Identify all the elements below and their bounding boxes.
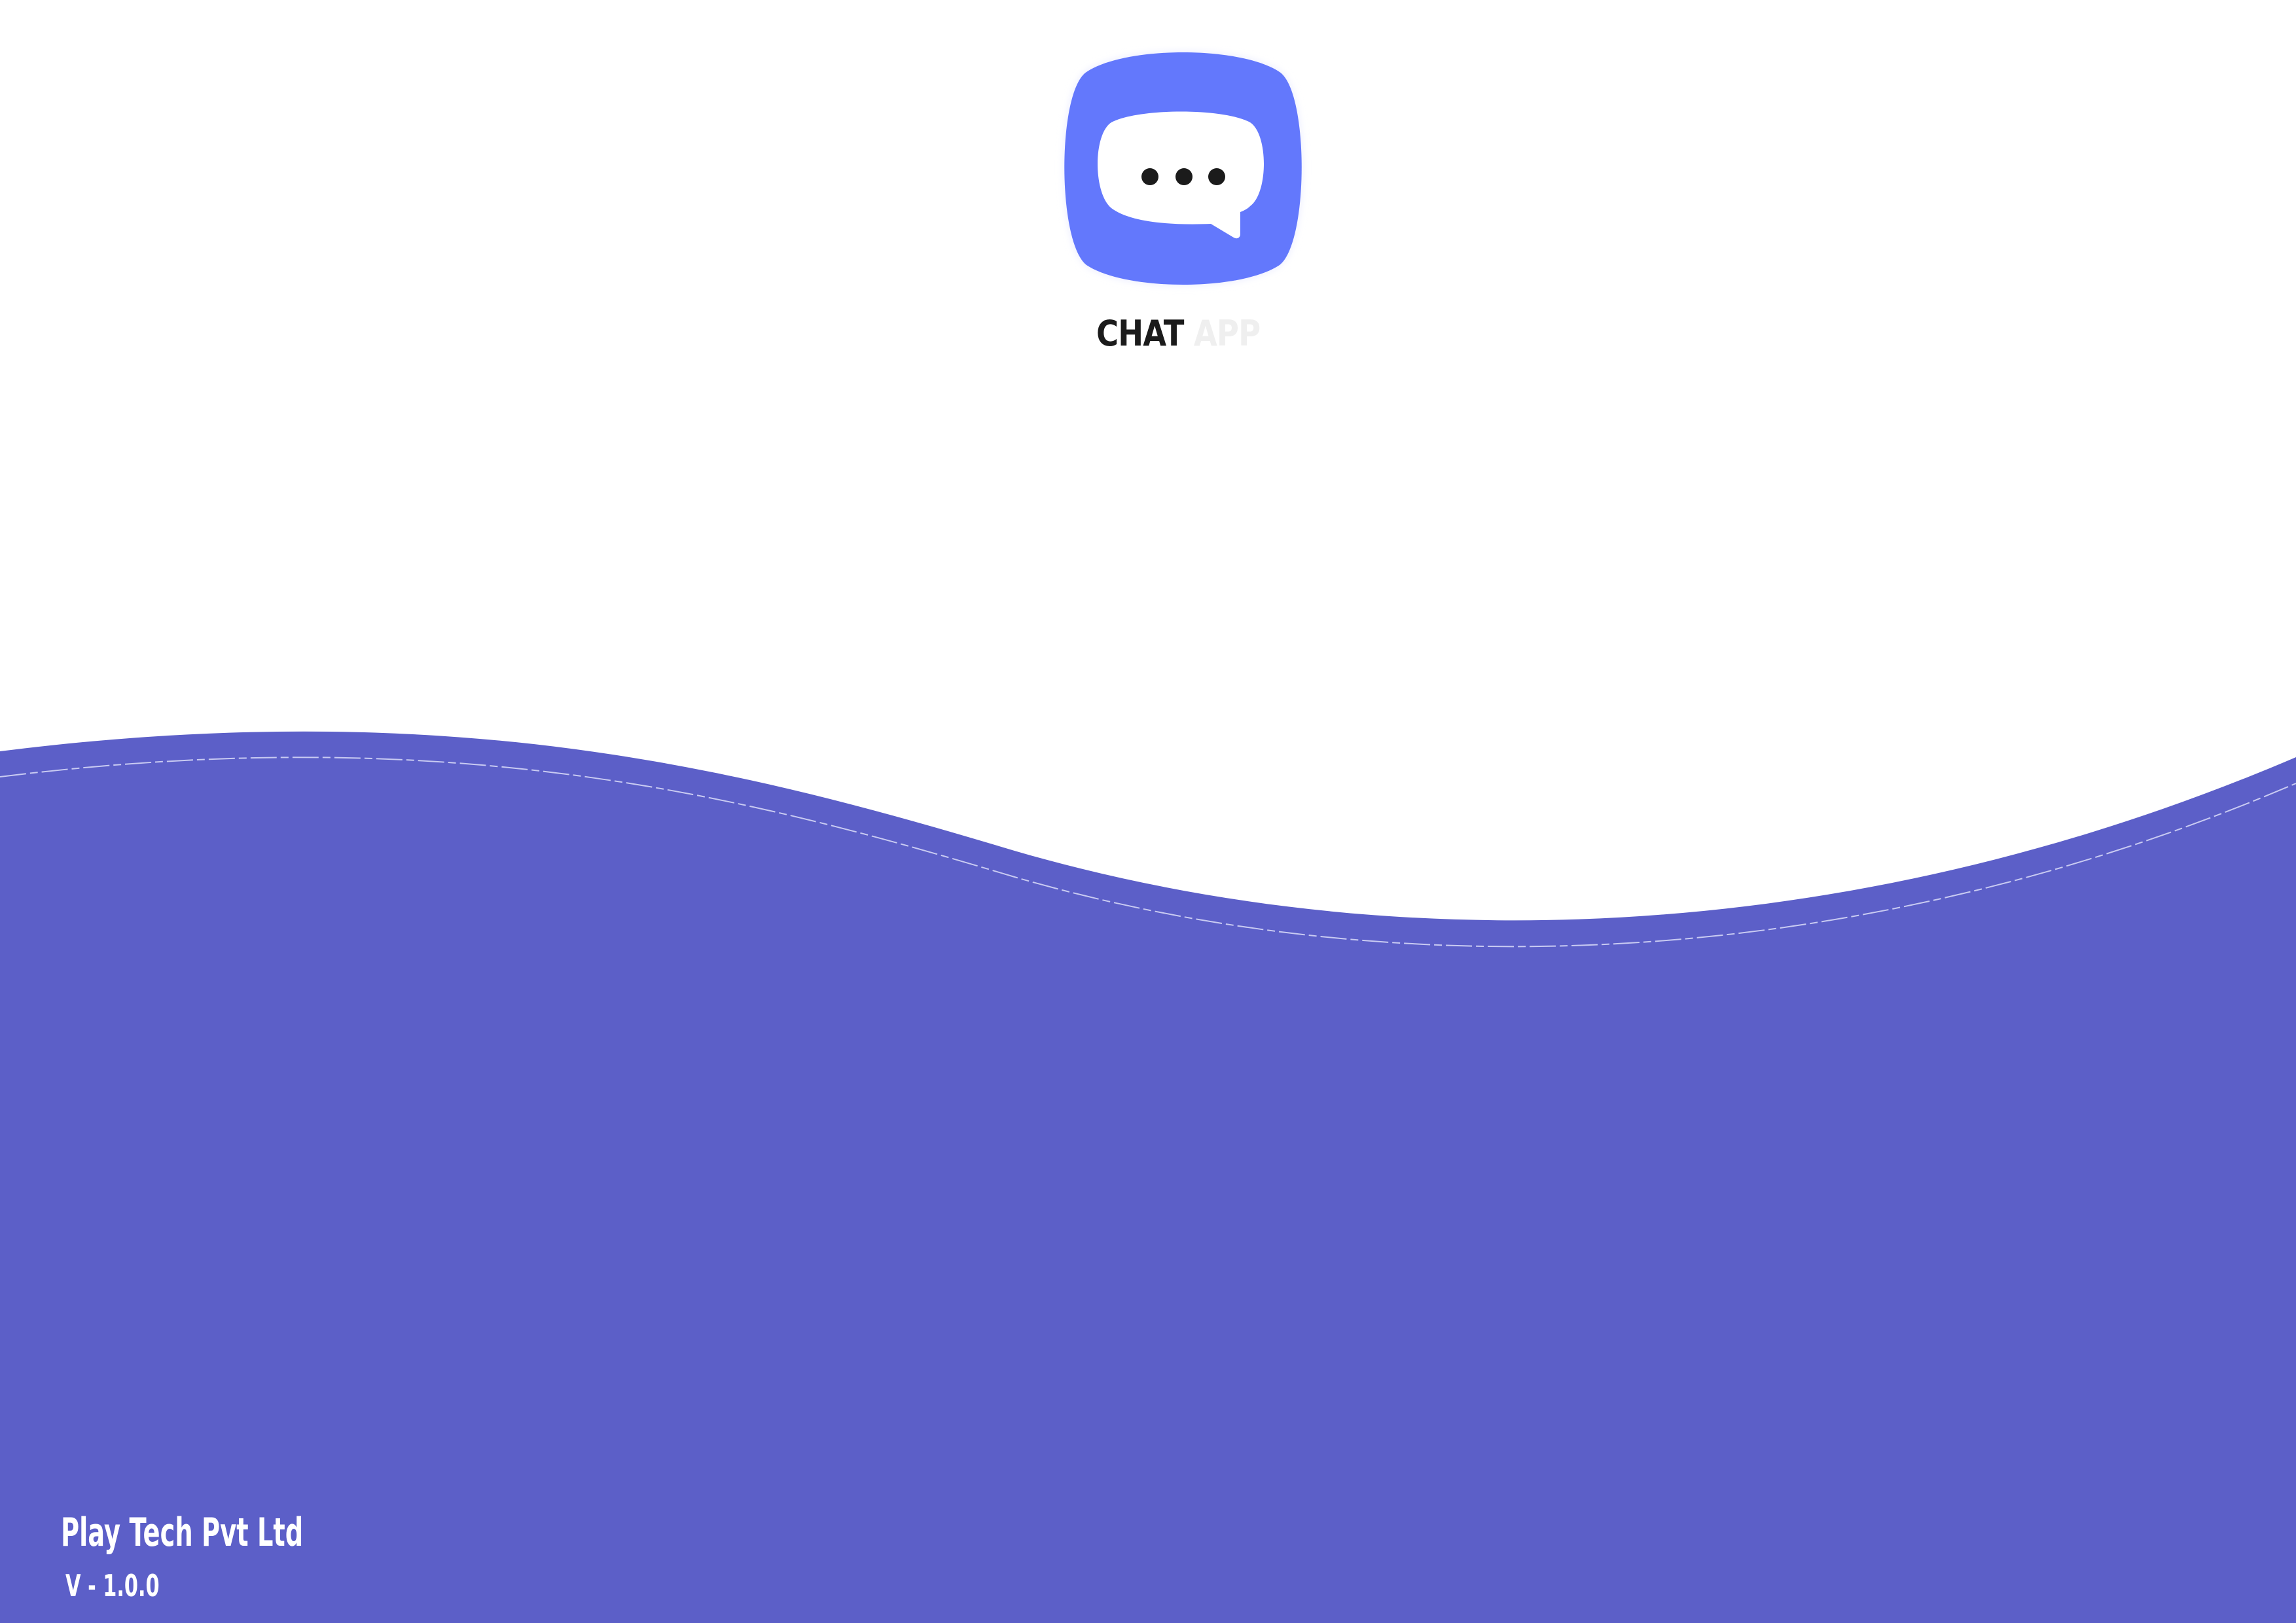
chat-bubble-icon	[1064, 52, 1302, 285]
typing-dot	[1141, 168, 1158, 185]
company-name: Play Tech Pvt Ltd	[61, 1510, 304, 1556]
typing-dot	[1208, 168, 1225, 185]
app-name: CHAT APP	[1096, 313, 1261, 354]
app-version: V - 1.0.0	[65, 1568, 160, 1603]
wave-shape	[0, 731, 2296, 1623]
app-name-word-chat: CHAT	[1096, 313, 1184, 354]
app-name-word-app: APP	[1193, 313, 1261, 354]
typing-dot	[1175, 168, 1193, 185]
